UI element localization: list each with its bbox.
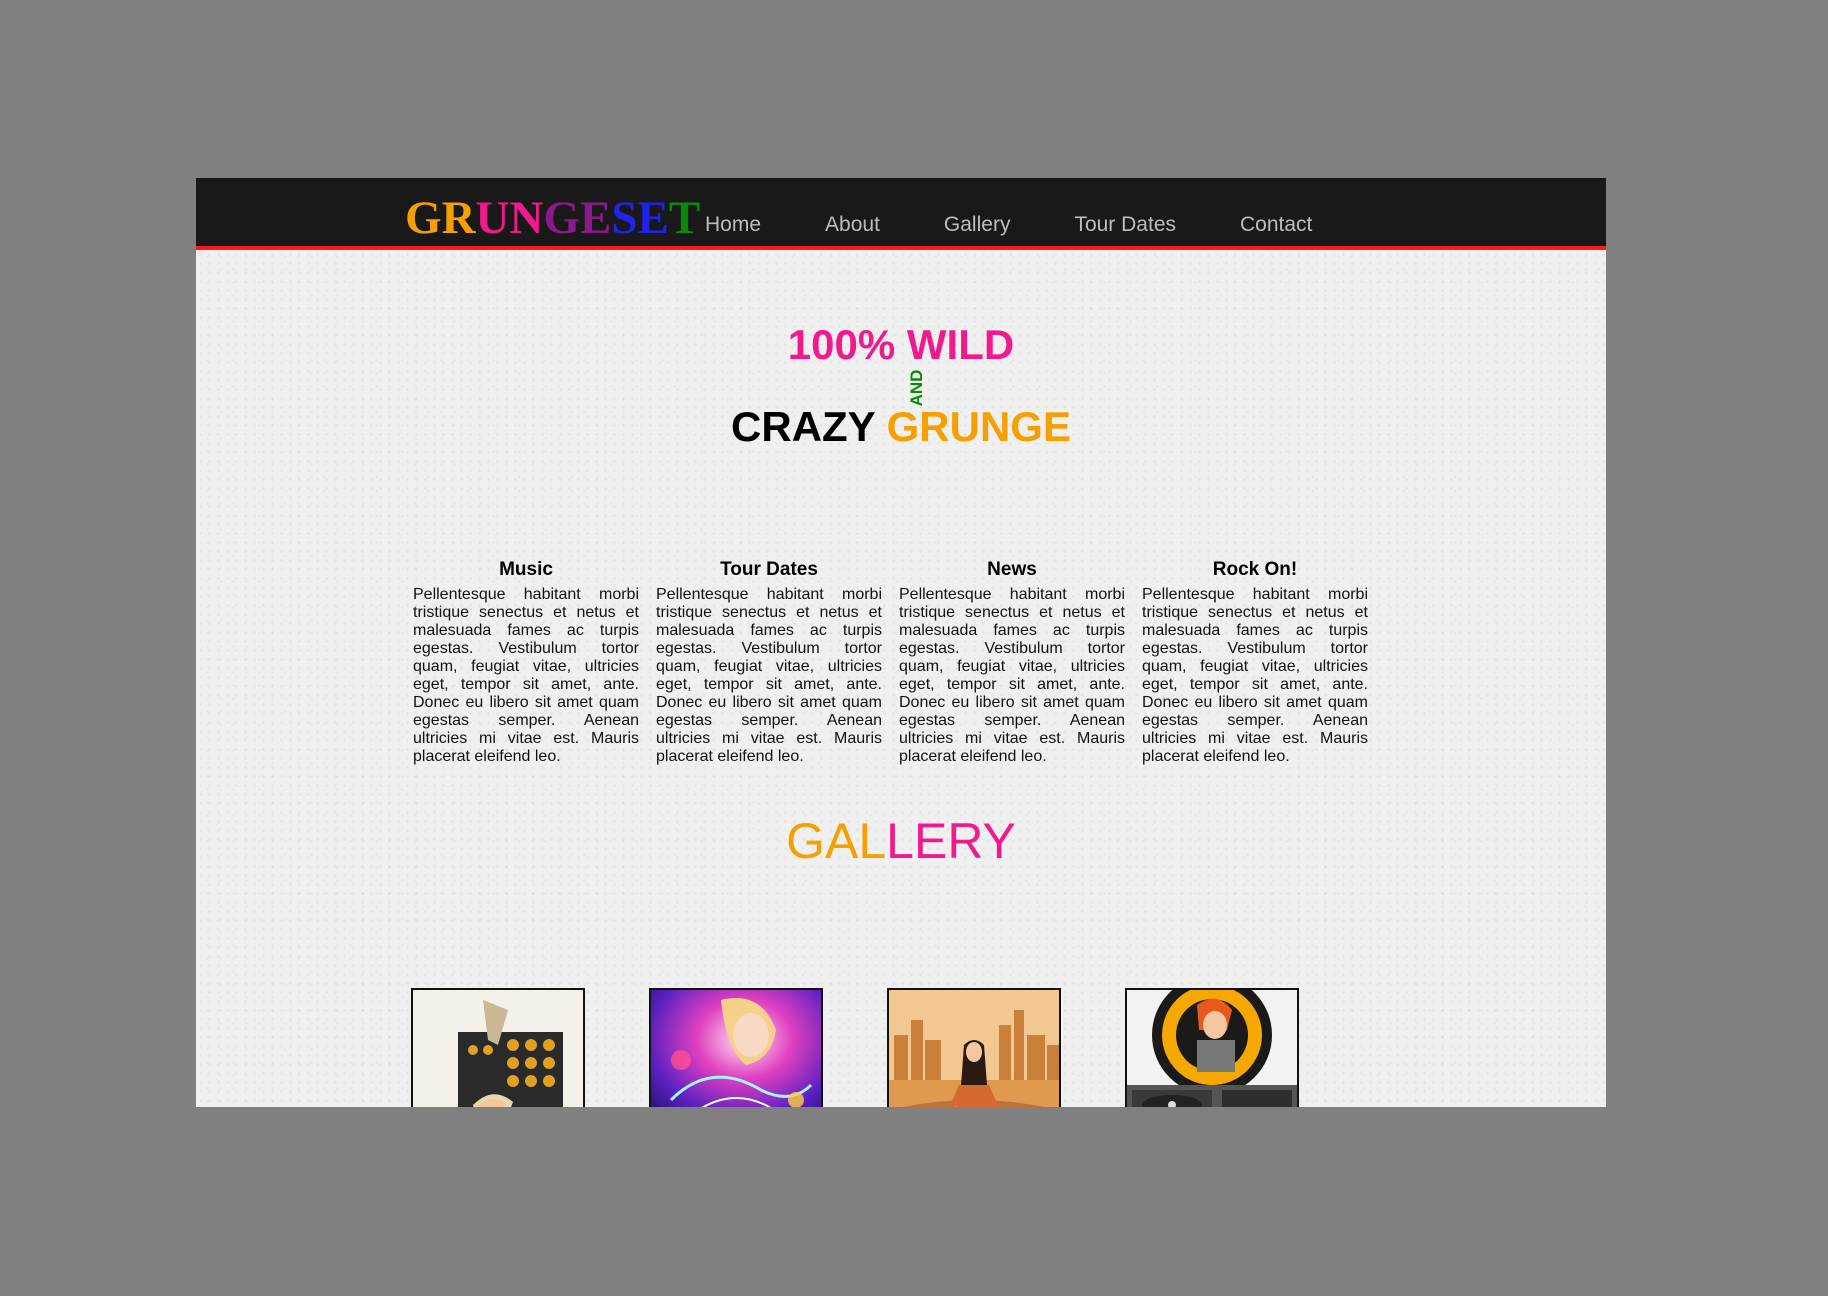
feature-column-music: Music Pellentesque habitant morbi tristi… [413,558,639,766]
nav-about[interactable]: About [825,213,880,237]
column-title: News [987,559,1037,580]
nav-tour-dates[interactable]: Tour Dates [1074,213,1176,237]
logo-letter: N [509,192,544,244]
colorful-girl-illustration [651,990,821,1107]
logo-letter: E [579,192,612,244]
logo-letter: T [668,192,701,244]
site-header: GRUNGESET Home About Gallery Tour Dates … [196,178,1606,250]
page: GRUNGESET Home About Gallery Tour Dates … [196,178,1606,1107]
column-title: Music [499,559,553,580]
hero-word-crazy: CRAZY [731,403,875,450]
logo-letter: G [405,192,442,244]
nav-home[interactable]: Home [705,213,761,237]
feature-columns: Music Pellentesque habitant morbi tristi… [413,558,1368,766]
hero-and-vertical: AND [907,369,926,407]
dj-illustration [1127,990,1297,1107]
gallery-heading-part2: LERY [886,813,1016,869]
speakers-illustration [413,990,583,1107]
logo-letter: R [441,192,476,244]
feature-column-news: News Pellentesque habitant morbi tristiq… [899,558,1125,766]
gallery-heading: GALLERY [196,812,1606,870]
gallery-thumbnail-colorful[interactable] [649,988,823,1107]
hero-headline-top: 100% WILD [787,321,1015,368]
nav-contact[interactable]: Contact [1240,213,1312,237]
column-text: Pellentesque habitant morbi tristique se… [899,586,1125,765]
site-logo[interactable]: GRUNGESET [405,191,700,245]
feature-column-rock-on: Rock On! Pellentesque habitant morbi tri… [1142,558,1368,766]
hero-word-grunge: GRUNGE [886,403,1071,450]
column-text: Pellentesque habitant morbi tristique se… [413,586,639,765]
gallery-thumbnails [411,988,1311,1107]
logo-letter: S [611,192,638,244]
hero-headline-bottom: CRAZY GRUNGE [196,403,1606,451]
gallery-thumbnail-speakers[interactable] [411,988,585,1107]
column-text: Pellentesque habitant morbi tristique se… [1142,586,1368,765]
logo-letter: G [543,192,580,244]
gallery-thumbnail-city[interactable] [887,988,1061,1107]
feature-column-tour-dates: Tour Dates Pellentesque habitant morbi t… [656,558,882,766]
logo-letter: U [475,192,510,244]
column-title: Rock On! [1212,559,1298,580]
nav-gallery[interactable]: Gallery [944,213,1011,237]
city-girl-illustration [889,990,1059,1107]
logo-letter: E [637,192,669,244]
gallery-thumbnail-dj[interactable] [1125,988,1299,1107]
column-text: Pellentesque habitant morbi tristique se… [656,586,882,765]
main-nav: Home About Gallery Tour Dates Contact [705,213,1312,237]
column-title: Tour Dates [720,559,818,580]
gallery-heading-part1: GAL [786,813,887,869]
